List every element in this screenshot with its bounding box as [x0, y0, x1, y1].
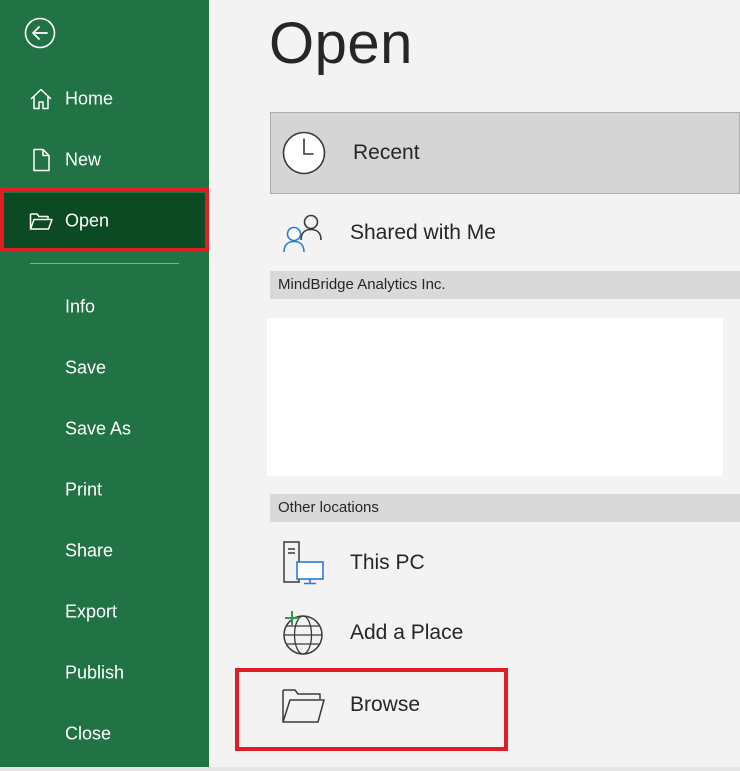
location-browse-label: Browse [350, 693, 421, 716]
location-add-place-label: Add a Place [350, 621, 464, 644]
nav-save-as-label: Save As [65, 418, 132, 439]
org-section-header: MindBridge Analytics Inc. [270, 271, 740, 299]
home-icon [30, 88, 52, 110]
excel-backstage: Home New Open Info Save Save As Print Sh… [0, 0, 740, 771]
globe-add-icon [283, 611, 323, 655]
folder-icon [282, 689, 325, 723]
nav-new-label: New [65, 149, 102, 170]
nav-export[interactable]: Export [0, 587, 209, 637]
location-this-pc-label: This PC [350, 551, 425, 574]
location-shared-label: Shared with Me [350, 221, 496, 244]
location-this-pc[interactable]: This PC [270, 530, 740, 596]
nav-publish-label: Publish [65, 662, 125, 683]
nav-open-label: Open [65, 210, 110, 231]
nav-open[interactable]: Open [0, 193, 209, 249]
location-shared-with-me[interactable]: Shared with Me [270, 200, 740, 266]
location-recent[interactable]: Recent [270, 112, 740, 194]
open-pane: Open Recent Shared with Me MindBridge An… [209, 0, 740, 771]
location-recent-label: Recent [353, 141, 420, 164]
page-title: Open [269, 11, 413, 76]
open-folder-icon [29, 213, 53, 230]
nav-info-label: Info [65, 296, 96, 317]
nav-home-label: Home [65, 88, 114, 109]
clock-icon [282, 131, 326, 175]
nav-close-label: Close [65, 723, 112, 744]
nav-info[interactable]: Info [0, 282, 209, 332]
nav-close[interactable]: Close [0, 709, 209, 759]
backstage-sidebar: Home New Open Info Save Save As Print Sh… [0, 0, 209, 767]
nav-save-label: Save [65, 357, 107, 378]
location-browse[interactable]: Browse [270, 672, 740, 738]
org-locations-panel [267, 318, 723, 476]
nav-home[interactable]: Home [0, 74, 209, 124]
other-locations-header: Other locations [270, 494, 740, 522]
nav-save[interactable]: Save [0, 343, 209, 393]
location-add-a-place[interactable]: Add a Place [270, 600, 740, 666]
bottom-edge [0, 767, 740, 771]
nav-share[interactable]: Share [0, 526, 209, 576]
nav-print[interactable]: Print [0, 465, 209, 515]
nav-print-label: Print [65, 479, 103, 500]
people-icon [283, 214, 322, 253]
nav-save-as[interactable]: Save As [0, 404, 209, 454]
sidebar-divider [30, 263, 179, 264]
nav-export-label: Export [65, 601, 118, 622]
arrow-left-circle-icon [24, 17, 56, 49]
back-button[interactable] [24, 17, 56, 49]
computer-icon [283, 541, 324, 585]
nav-publish[interactable]: Publish [0, 648, 209, 698]
nav-new[interactable]: New [0, 135, 209, 185]
new-document-icon [33, 148, 50, 172]
nav-share-label: Share [65, 540, 114, 561]
